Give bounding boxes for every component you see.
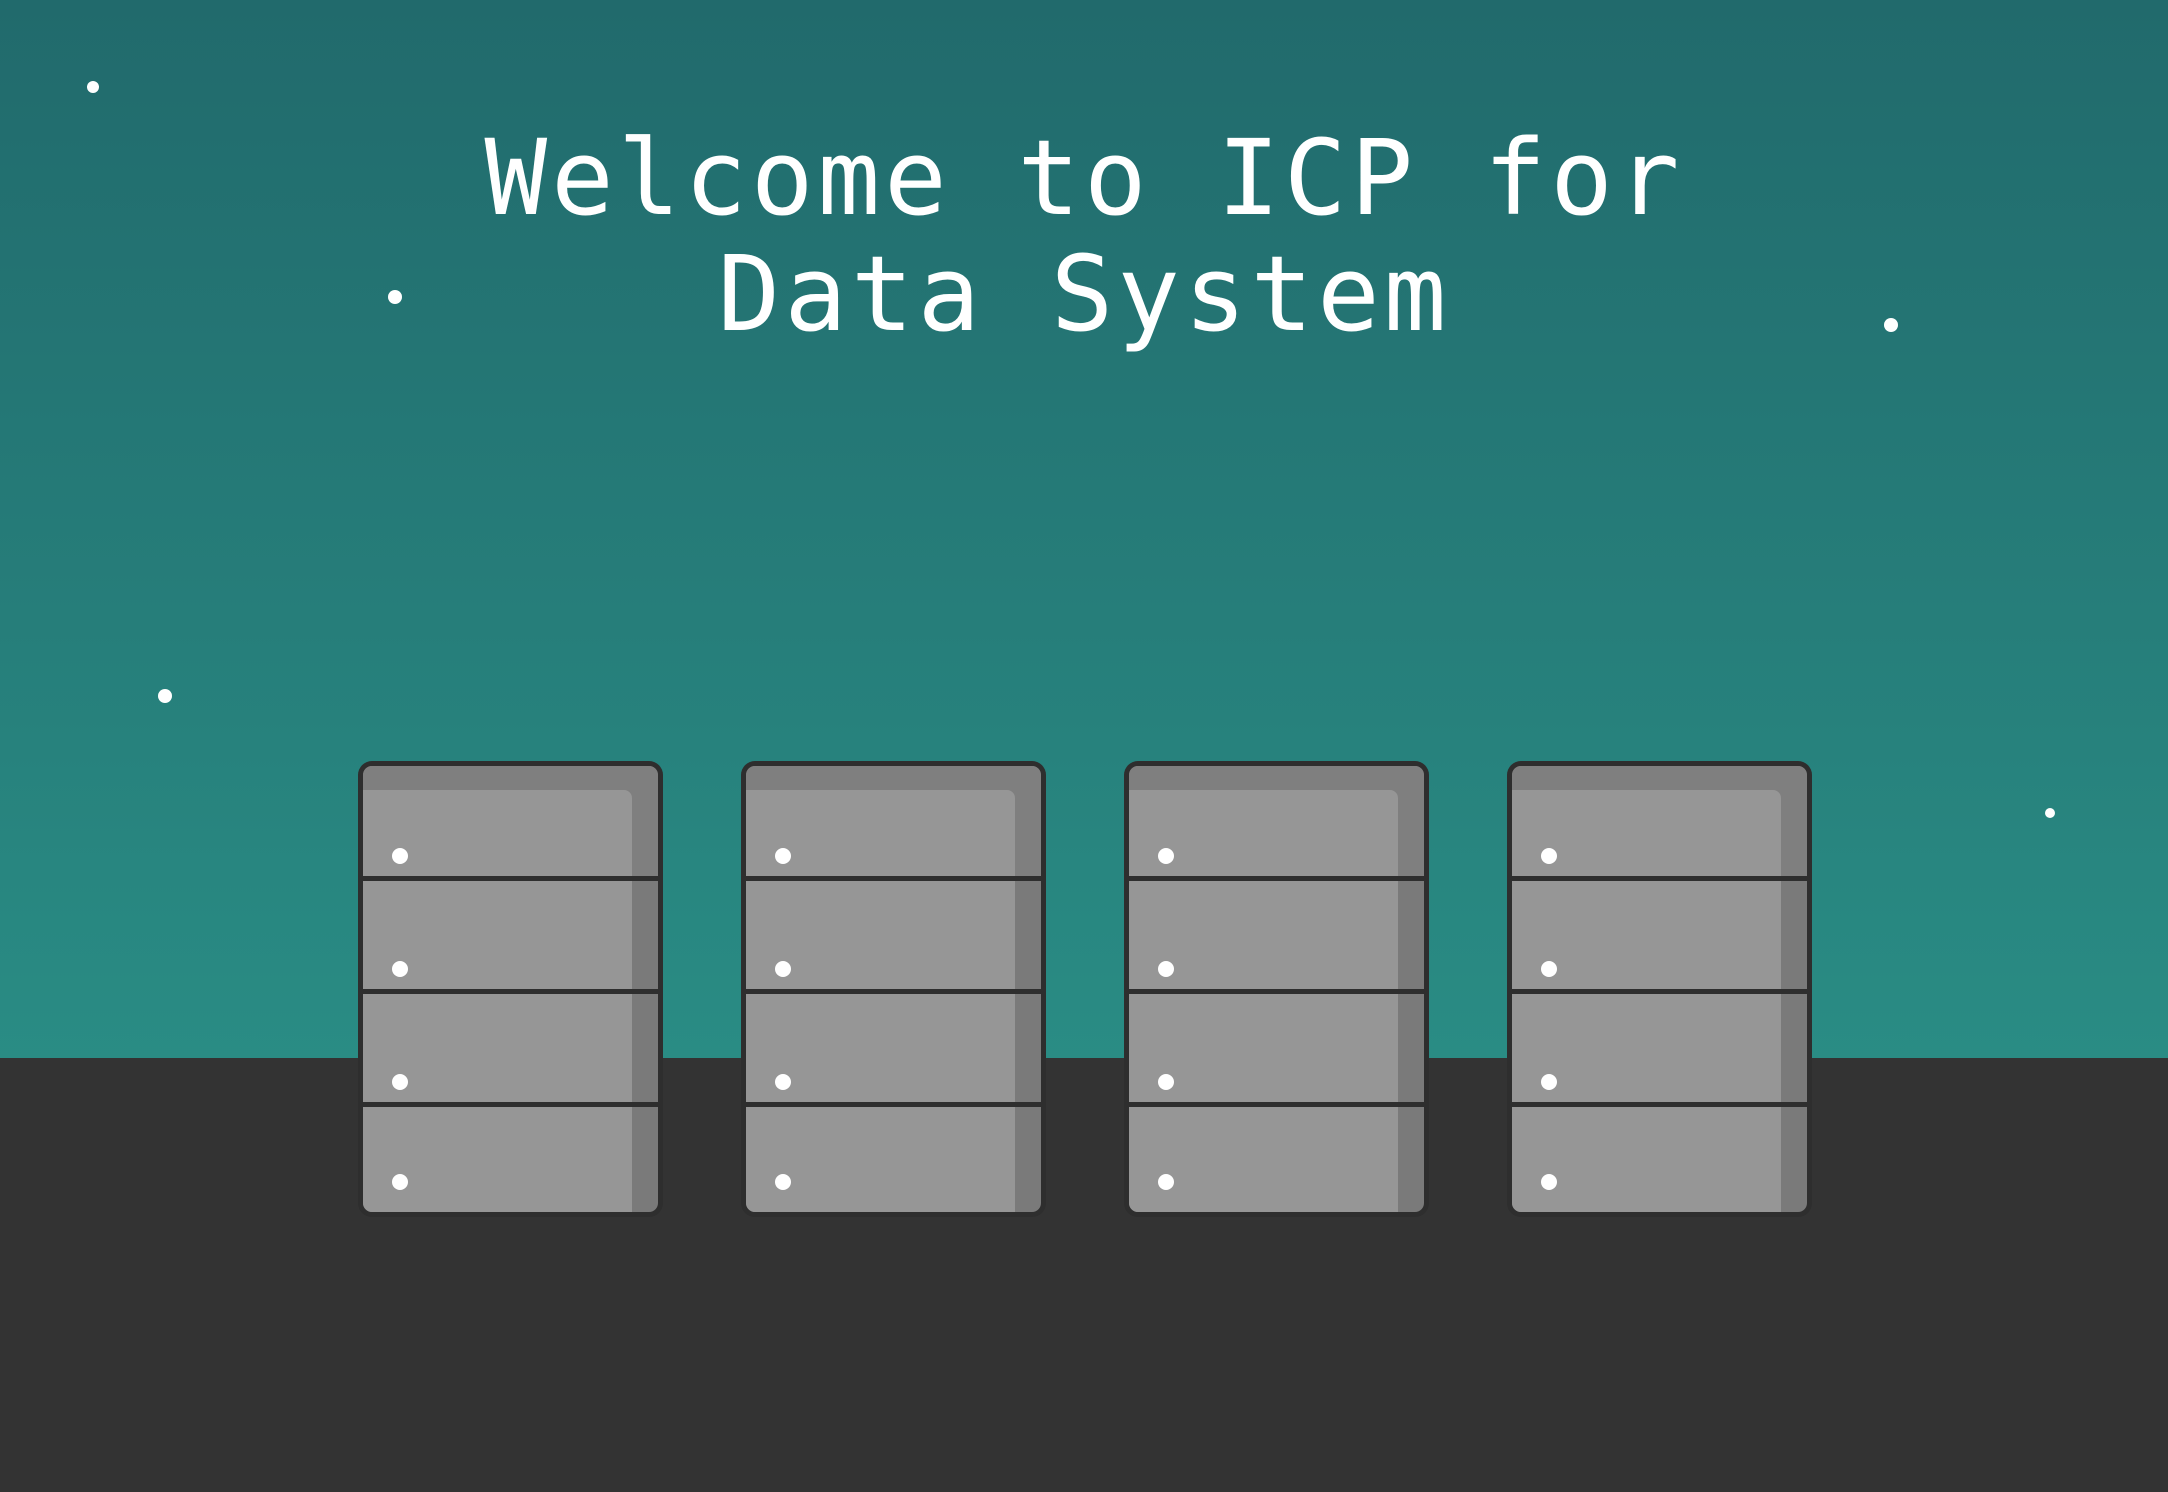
server-drive bbox=[746, 994, 1041, 1102]
drive-divider bbox=[1129, 1102, 1424, 1107]
welcome-title: Welcome to ICP for Data System bbox=[0, 120, 2168, 352]
drive-divider bbox=[1512, 876, 1807, 881]
drive-divider bbox=[363, 1102, 658, 1107]
server-drive bbox=[363, 881, 658, 989]
star-icon bbox=[2045, 808, 2055, 818]
drive-divider bbox=[1129, 876, 1424, 881]
status-light-icon bbox=[775, 961, 791, 977]
status-light-icon bbox=[1541, 1174, 1557, 1190]
drive-divider bbox=[1512, 989, 1807, 994]
status-light-icon bbox=[1541, 1074, 1557, 1090]
status-light-icon bbox=[1158, 848, 1174, 864]
status-light-icon bbox=[775, 1074, 791, 1090]
star-icon bbox=[158, 689, 172, 703]
server-drive bbox=[363, 994, 658, 1102]
server-drive bbox=[1512, 994, 1807, 1102]
star-icon bbox=[87, 81, 99, 93]
status-light-icon bbox=[1158, 1174, 1174, 1190]
drive-divider bbox=[746, 989, 1041, 994]
server-drive bbox=[1129, 994, 1424, 1102]
welcome-title-line-2: Data System bbox=[717, 233, 1451, 355]
status-light-icon bbox=[392, 848, 408, 864]
welcome-title-line-1: Welcome to ICP for bbox=[484, 117, 1684, 239]
server-drive bbox=[1129, 881, 1424, 989]
server-rack-icon bbox=[358, 761, 663, 1217]
status-light-icon bbox=[1541, 848, 1557, 864]
server-drive bbox=[746, 881, 1041, 989]
server-rack-icon bbox=[1124, 761, 1429, 1217]
drive-divider bbox=[363, 876, 658, 881]
server-rack-icon bbox=[741, 761, 1046, 1217]
server-drive bbox=[746, 1107, 1041, 1212]
server-drive bbox=[1512, 1107, 1807, 1212]
drive-divider bbox=[363, 989, 658, 994]
server-drive bbox=[746, 766, 1041, 876]
status-light-icon bbox=[392, 1174, 408, 1190]
drive-divider bbox=[746, 1102, 1041, 1107]
status-light-icon bbox=[1158, 1074, 1174, 1090]
drive-divider bbox=[1512, 1102, 1807, 1107]
server-drive bbox=[1512, 881, 1807, 989]
server-drive bbox=[363, 766, 658, 876]
welcome-scene: Welcome to ICP for Data System bbox=[0, 0, 2168, 1492]
server-rack-icon bbox=[1507, 761, 1812, 1217]
status-light-icon bbox=[392, 1074, 408, 1090]
server-drive bbox=[1129, 1107, 1424, 1212]
status-light-icon bbox=[775, 848, 791, 864]
drive-divider bbox=[746, 876, 1041, 881]
status-light-icon bbox=[775, 1174, 791, 1190]
drive-divider bbox=[1129, 989, 1424, 994]
status-light-icon bbox=[1541, 961, 1557, 977]
server-drive bbox=[1512, 766, 1807, 876]
status-light-icon bbox=[1158, 961, 1174, 977]
server-drive bbox=[363, 1107, 658, 1212]
server-drive bbox=[1129, 766, 1424, 876]
status-light-icon bbox=[392, 961, 408, 977]
ground-floor bbox=[0, 1058, 2168, 1492]
